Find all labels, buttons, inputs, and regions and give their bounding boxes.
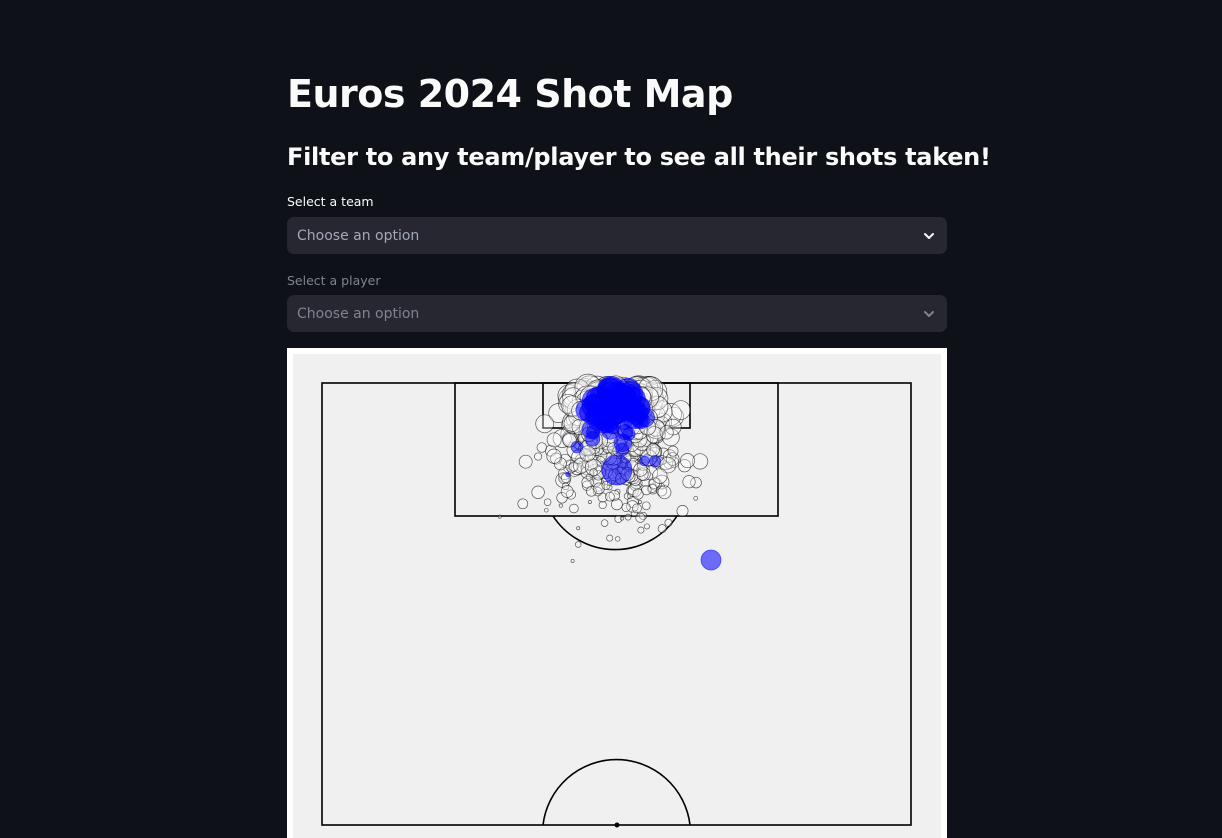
shot-map-svg (293, 354, 941, 838)
shot-miss (657, 524, 667, 534)
shot-miss (646, 443, 660, 457)
page-title: Euros 2024 Shot Map (287, 72, 733, 116)
shot-map-chart (287, 348, 947, 838)
shot-miss (664, 518, 673, 527)
shot-miss (546, 432, 562, 448)
shot-miss (671, 400, 691, 420)
shot-goal (649, 455, 661, 468)
shot-miss (682, 475, 696, 489)
player-select[interactable]: Choose an option (287, 295, 947, 332)
shot-goal (639, 455, 650, 467)
team-select[interactable]: Choose an option (287, 217, 947, 254)
shot-miss (558, 503, 563, 508)
shot-miss (637, 500, 642, 504)
shot-miss (620, 516, 625, 521)
shot-miss (635, 512, 646, 523)
shot-miss (641, 484, 652, 496)
shot-miss (680, 453, 695, 469)
shot-miss (643, 523, 650, 530)
page-subtitle: Filter to any team/player to see all the… (287, 143, 991, 171)
shot-miss (518, 454, 533, 469)
chevron-down-icon[interactable] (921, 228, 937, 244)
shot-miss (497, 514, 502, 519)
shot-goal (700, 549, 722, 571)
shot-goal (615, 442, 629, 456)
shot-miss (560, 485, 574, 498)
shot-miss (574, 541, 582, 548)
shot-miss (536, 442, 547, 453)
shot-miss (600, 519, 609, 527)
shot-miss (535, 414, 555, 434)
shot-miss (615, 536, 621, 542)
shot-miss (589, 468, 598, 477)
shot-goal (601, 454, 633, 486)
shot-miss (637, 526, 645, 534)
shot-goal (592, 409, 614, 431)
shot-miss (676, 505, 689, 517)
shot-miss (605, 491, 615, 502)
shot-miss (569, 503, 579, 514)
shot-miss (606, 534, 614, 542)
shot-miss (546, 448, 562, 464)
chevron-down-icon[interactable] (921, 306, 937, 322)
shot-miss (693, 495, 699, 501)
shot-miss (543, 498, 552, 506)
shot-miss (632, 503, 642, 514)
shot-goal (570, 440, 584, 454)
shot-miss (627, 493, 633, 499)
shot-goal (619, 386, 646, 413)
player-select-placeholder: Choose an option (297, 305, 420, 322)
shot-miss (667, 445, 679, 457)
shot-miss (652, 468, 668, 484)
team-select-label: Select a team (287, 194, 374, 209)
shot-miss (517, 498, 529, 510)
shot-miss (531, 485, 545, 499)
shot-miss (576, 526, 581, 531)
shot-goal (622, 427, 636, 441)
shot-miss (659, 425, 674, 440)
shot-miss (570, 558, 575, 563)
shot-miss (587, 500, 592, 504)
shot-miss (544, 507, 549, 513)
shot-goal (565, 471, 571, 477)
shot-miss (657, 485, 672, 500)
shot-miss (621, 502, 631, 512)
shot-miss (641, 501, 651, 511)
team-select-placeholder: Choose an option (297, 227, 420, 244)
player-select-label: Select a player (287, 273, 381, 288)
center-spot (614, 822, 620, 828)
shot-miss (624, 513, 632, 521)
shot-miss (534, 452, 543, 461)
shot-miss (611, 498, 623, 511)
